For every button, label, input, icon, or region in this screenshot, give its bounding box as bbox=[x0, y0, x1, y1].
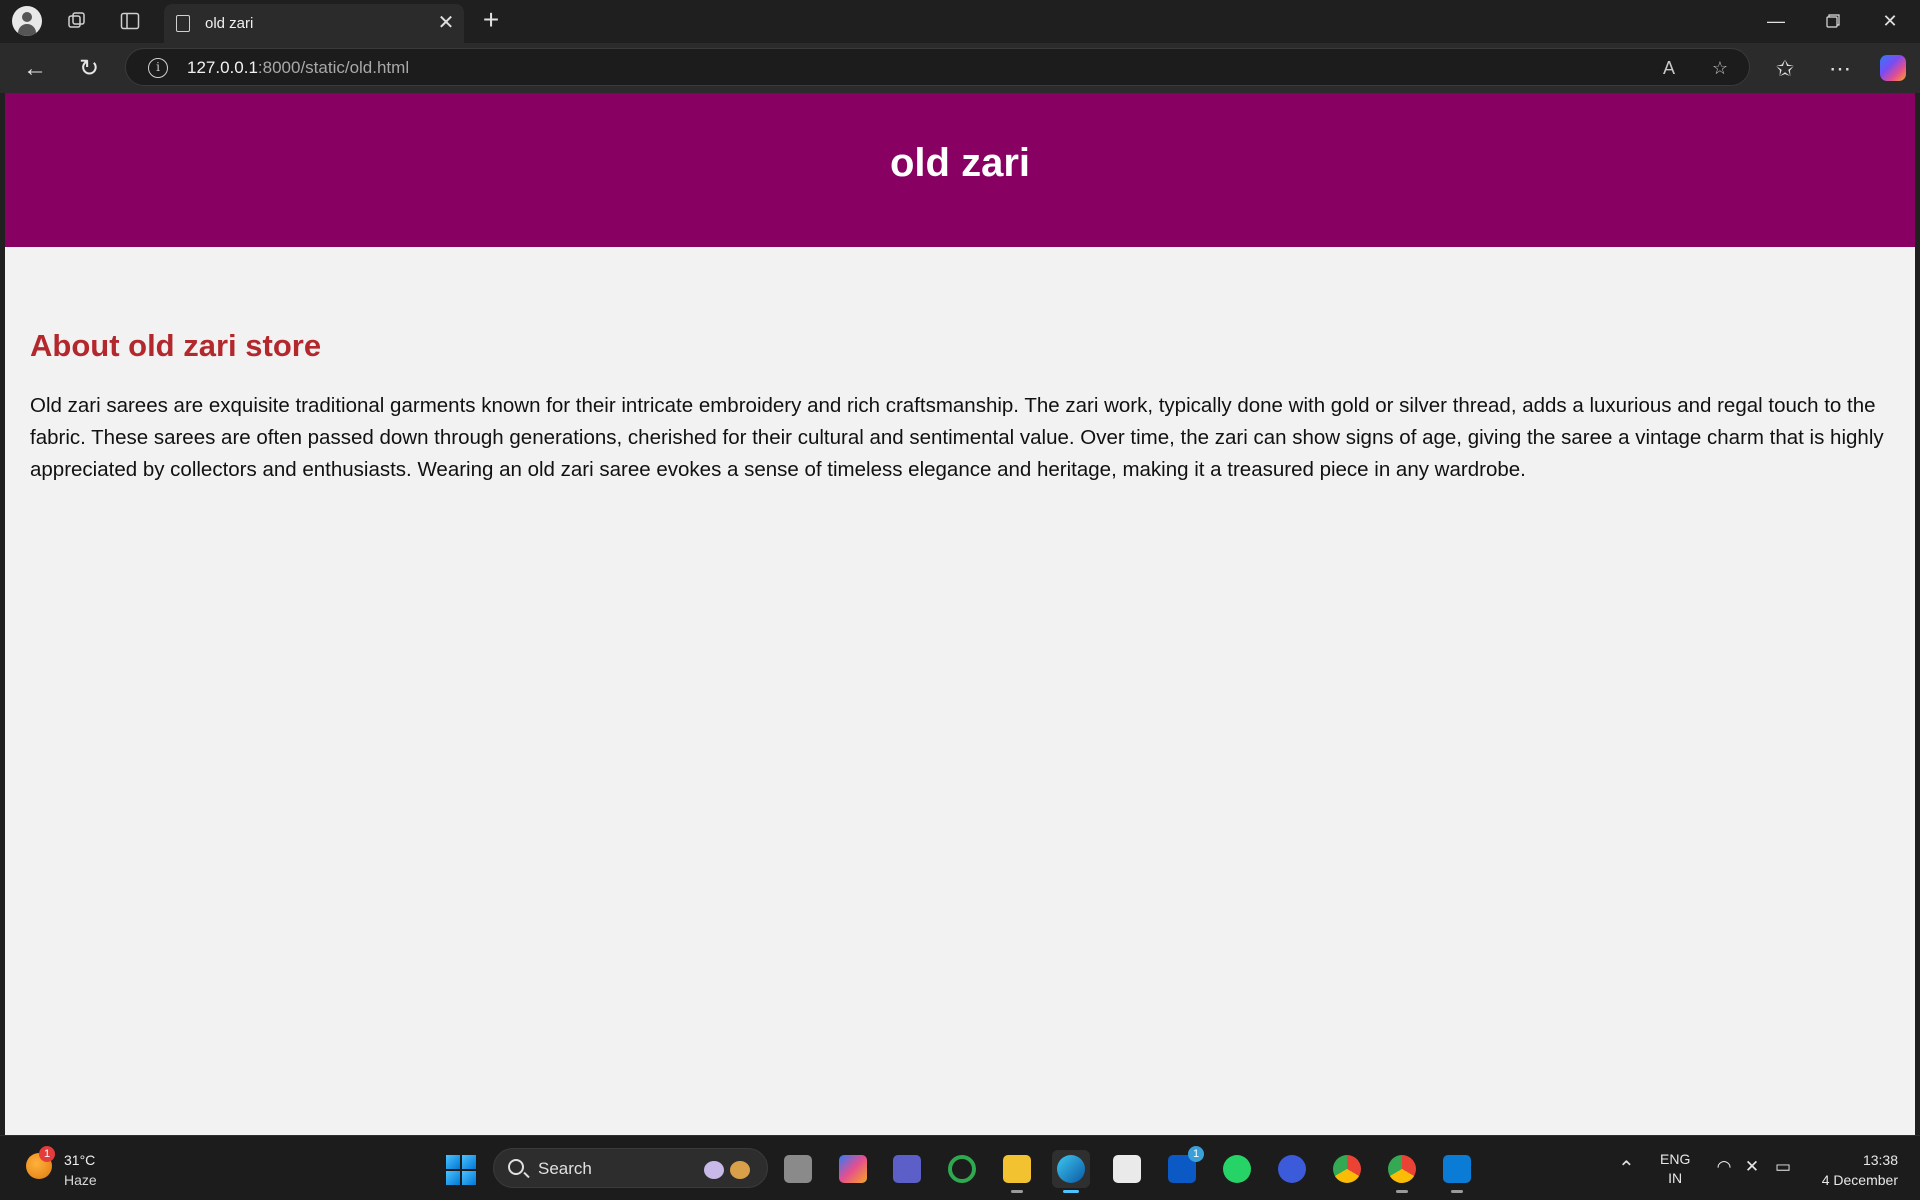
volume-muted-icon[interactable]: ✕ bbox=[1741, 1156, 1763, 1178]
plus-icon[interactable]: + bbox=[476, 5, 506, 35]
clock-time: 13:38 bbox=[1862, 1152, 1898, 1168]
search-highlight-icon bbox=[700, 1157, 758, 1181]
section-heading: About old zari store bbox=[30, 328, 322, 363]
close-icon[interactable]: ✕ bbox=[434, 11, 458, 35]
clock-date: 4 December bbox=[1821, 1172, 1898, 1188]
back-icon[interactable]: ← bbox=[19, 53, 51, 85]
favorites-icon[interactable]: ✩ bbox=[1769, 53, 1801, 85]
weather-condition[interactable]: Haze bbox=[64, 1172, 97, 1188]
store-icon[interactable] bbox=[1108, 1150, 1146, 1188]
spinner-app-icon[interactable] bbox=[943, 1150, 981, 1188]
battery-icon[interactable]: ▭ bbox=[1772, 1156, 1794, 1178]
language-indicator[interactable]: ENG IN bbox=[1660, 1150, 1690, 1188]
url-text[interactable]: 127.0.0.1:8000/static/old.html bbox=[187, 58, 409, 78]
windows-start-icon[interactable] bbox=[446, 1155, 476, 1185]
tab-old-zari[interactable]: old zari ✕ bbox=[164, 4, 464, 43]
restore-icon[interactable] bbox=[1805, 0, 1861, 43]
edge-icon[interactable] bbox=[1052, 1150, 1090, 1193]
address-bar[interactable]: i 127.0.0.1:8000/static/old.html A ☆ bbox=[125, 48, 1750, 86]
vscode-icon[interactable] bbox=[1438, 1150, 1476, 1193]
search-label: Search bbox=[538, 1159, 592, 1178]
page-icon bbox=[176, 15, 190, 32]
taskbar-search[interactable]: Search bbox=[493, 1148, 768, 1188]
wifi-icon[interactable]: ◠ bbox=[1713, 1156, 1735, 1178]
favorite-star-icon[interactable]: ☆ bbox=[1707, 55, 1733, 81]
whatsapp-icon[interactable] bbox=[1218, 1150, 1256, 1188]
vertical-tabs-icon[interactable] bbox=[115, 7, 145, 35]
copilot-app-icon[interactable] bbox=[834, 1150, 872, 1188]
weather-temperature[interactable]: 31°C bbox=[64, 1152, 95, 1168]
task-view-icon[interactable] bbox=[779, 1150, 817, 1188]
browser-tab-bar: old zari ✕ + ― ✕ bbox=[0, 0, 1920, 43]
tab-title: old zari bbox=[205, 15, 254, 32]
chevron-up-icon[interactable]: ⌃ bbox=[1618, 1156, 1635, 1181]
taskbar: 1 31°C Haze Search 1 ⌃ ENG IN ◠ ✕ ▭ 13:3… bbox=[0, 1135, 1920, 1200]
workspaces-icon[interactable] bbox=[62, 7, 92, 35]
copilot-icon[interactable] bbox=[1880, 55, 1906, 81]
weather-badge: 1 bbox=[39, 1146, 55, 1162]
page-title: old zari bbox=[889, 140, 1031, 185]
teams-icon[interactable] bbox=[888, 1150, 926, 1188]
file-explorer-icon[interactable] bbox=[998, 1150, 1036, 1193]
arc-app-icon[interactable] bbox=[1273, 1150, 1311, 1188]
info-icon[interactable]: i bbox=[148, 58, 168, 78]
app-badge: 1 bbox=[1188, 1146, 1204, 1162]
about-paragraph: Old zari sarees are exquisite traditiona… bbox=[30, 394, 1884, 481]
about-section: About old zari store Old zari sarees are… bbox=[5, 328, 1915, 486]
linkedin-learning-icon[interactable]: 1 bbox=[1163, 1146, 1204, 1188]
window-close-icon[interactable]: ✕ bbox=[1862, 0, 1918, 43]
profile-icon[interactable] bbox=[12, 6, 42, 36]
chrome-profile-icon[interactable] bbox=[1383, 1150, 1421, 1193]
page-viewport: old zari About old zari store Old zari s… bbox=[5, 93, 1915, 1135]
browser-toolbar: ← ↻ i 127.0.0.1:8000/static/old.html A ☆… bbox=[0, 43, 1920, 93]
minimize-icon[interactable]: ― bbox=[1748, 0, 1804, 43]
site-header: old zari bbox=[5, 93, 1915, 247]
chrome-icon[interactable] bbox=[1328, 1150, 1366, 1188]
search-icon bbox=[508, 1159, 524, 1175]
refresh-icon[interactable]: ↻ bbox=[73, 53, 105, 85]
clock[interactable]: 13:38 4 December bbox=[1822, 1150, 1898, 1190]
read-aloud-icon[interactable]: A bbox=[1656, 55, 1682, 81]
more-icon[interactable]: ⋯ bbox=[1824, 53, 1856, 85]
